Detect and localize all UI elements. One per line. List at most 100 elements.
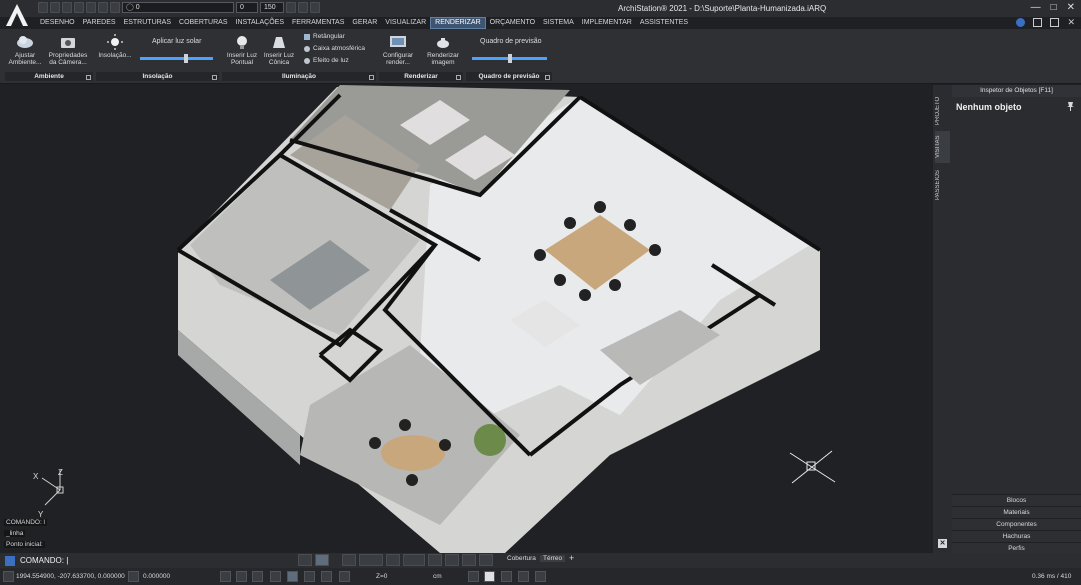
osnap-icon[interactable] [287, 571, 298, 582]
lineweight-icon[interactable] [321, 571, 332, 582]
new-file-icon[interactable] [38, 2, 48, 13]
field-b-input[interactable]: 150 [260, 2, 284, 13]
insolacao-button[interactable]: Insolação... [96, 34, 134, 59]
orbit-icon[interactable] [445, 554, 459, 566]
menu-sistema[interactable]: SISTEMA [539, 17, 578, 29]
panel-ambiente[interactable]: Ambiente [5, 72, 93, 81]
polar-icon[interactable] [270, 571, 281, 582]
ribbon-restore-icon[interactable] [1050, 18, 1060, 27]
render-mode-dropdown[interactable] [403, 554, 425, 566]
menu-coberturas[interactable]: COBERTURAS [175, 17, 232, 29]
redo-icon[interactable] [98, 2, 108, 13]
tab-cobertura[interactable]: Cobertura [504, 555, 539, 562]
help-icon[interactable] [1016, 18, 1026, 27]
pan-icon[interactable] [428, 554, 442, 566]
shadow-toggle-icon[interactable] [501, 571, 512, 582]
print-icon[interactable] [74, 2, 84, 13]
aplicar-luz-knob[interactable] [184, 54, 188, 63]
panel-quadro-previsao[interactable]: Quadro de previsão [466, 72, 552, 81]
print-preview-icon[interactable] [310, 2, 320, 13]
ribbon-close-icon[interactable]: ✕ [1067, 18, 1075, 27]
library-blocos[interactable]: Blocos [952, 494, 1081, 506]
camera-icon [61, 38, 75, 48]
archistation-logo[interactable] [4, 2, 30, 28]
tab-terreo[interactable]: Térreo [540, 555, 566, 562]
quadro-previsao-slider[interactable] [472, 54, 547, 63]
axis-x-label: X [33, 472, 39, 481]
menu-assistentes[interactable]: ASSISTENTES [636, 17, 692, 29]
angle-value: 0.000000 [143, 573, 171, 580]
menu-paredes[interactable]: PAREDES [79, 17, 120, 29]
command-prompt[interactable]: COMANDO: | [20, 556, 68, 565]
panel-close-icon[interactable]: ✕ [938, 539, 947, 548]
efeito-de-luz-option[interactable]: Efeito de luz [304, 57, 349, 64]
snap-icon[interactable] [220, 571, 231, 582]
minimize-icon[interactable]: — [1031, 2, 1041, 13]
pen-icon[interactable] [286, 2, 296, 13]
tab-projeto[interactable]: PROJETO [935, 93, 950, 129]
layers-icon[interactable] [110, 2, 120, 13]
model-space-icon[interactable] [339, 571, 350, 582]
3d-viewport[interactable]: Z X Y [0, 85, 933, 553]
floor-plan-render: Z X Y [33, 85, 836, 553]
maximize-icon[interactable]: □ [1051, 2, 1057, 13]
panel-renderizar[interactable]: Renderizar [379, 72, 463, 81]
menu-ferramentas[interactable]: FERRAMENTAS [288, 17, 348, 29]
quadro-previsao-knob[interactable] [508, 54, 512, 63]
command-history-icon[interactable] [5, 556, 15, 566]
grid-settings-icon[interactable] [3, 571, 14, 582]
menu-orcamento[interactable]: ORÇAMENTO [486, 17, 539, 29]
panel-insolacao[interactable]: Insolação [96, 72, 219, 81]
view-style-dropdown[interactable] [359, 554, 383, 566]
view-cube-icon[interactable] [342, 554, 356, 566]
menu-bar: DESENHO PAREDES ESTRUTURAS COBERTURAS IN… [36, 17, 692, 29]
menu-visualizar[interactable]: VISUALIZAR [381, 17, 430, 29]
library-componentes[interactable]: Componentes [952, 518, 1081, 530]
brush-icon[interactable] [298, 2, 308, 13]
menu-implementar[interactable]: IMPLEMENTAR [578, 17, 636, 29]
inserir-luz-pontual-button[interactable]: Inserir Luz Pontual [226, 34, 258, 66]
menu-desenho[interactable]: DESENHO [36, 17, 79, 29]
zoom-icon[interactable] [462, 554, 476, 566]
undo-icon[interactable] [86, 2, 96, 13]
inserir-conica-label: Inserir Luz Cônica [263, 52, 295, 66]
library-hachuras[interactable]: Hachuras [952, 530, 1081, 542]
caixa-atmosferica-option[interactable]: Caixa atmosférica [304, 45, 365, 52]
home-view-icon[interactable] [298, 554, 312, 566]
top-view-icon[interactable] [315, 554, 329, 566]
library-materiais[interactable]: Materiais [952, 506, 1081, 518]
close-icon[interactable]: ✕ [1067, 2, 1075, 13]
inserir-luz-conica-button[interactable]: Inserir Luz Cônica [262, 34, 296, 66]
menu-instalacoes[interactable]: INSTALAÇÕES [232, 17, 289, 29]
aplicar-luz-slider[interactable] [140, 54, 213, 63]
tab-visitas[interactable]: VISITAS [935, 131, 950, 163]
grid-icon[interactable] [236, 571, 247, 582]
angle-icon[interactable] [128, 571, 139, 582]
menu-estruturas[interactable]: ESTRUTURAS [120, 17, 175, 29]
sun-toggle-icon[interactable] [468, 571, 479, 582]
layer-select[interactable]: ◯ 0 [122, 2, 234, 13]
menu-gerar[interactable]: GERAR [348, 17, 381, 29]
perspective-icon[interactable] [386, 554, 400, 566]
save-icon[interactable] [62, 2, 72, 13]
renderizar-imagem-button[interactable]: Renderizar imagem [424, 34, 462, 66]
ajustar-ambiente-button[interactable]: Ajustar Ambiente... [8, 34, 42, 66]
add-view-tab-icon[interactable]: + [566, 553, 577, 563]
open-file-icon[interactable] [50, 2, 60, 13]
tab-passeios[interactable]: PASSEIOS [935, 167, 950, 203]
zoom-extents-icon[interactable] [479, 554, 493, 566]
window-title: ArchiStation® 2021 - D:\Suporte\Planta-H… [618, 4, 827, 13]
texture-toggle-icon[interactable] [518, 571, 529, 582]
screenshot-icon[interactable] [535, 571, 546, 582]
propriedades-camera-button[interactable]: Propriedades da Câmera... [48, 34, 88, 66]
ortho-icon[interactable] [252, 571, 263, 582]
field-a-input[interactable]: 0 [236, 2, 258, 13]
otrack-icon[interactable] [304, 571, 315, 582]
render-toggle-icon[interactable] [484, 571, 495, 582]
ribbon-minimize-icon[interactable] [1033, 18, 1043, 27]
pin-icon[interactable] [1067, 102, 1074, 111]
menu-renderizar[interactable]: RENDERIZAR [430, 17, 486, 29]
configurar-render-button[interactable]: Configurar render... [380, 34, 416, 66]
retangular-option[interactable]: Retângular [304, 33, 345, 40]
panel-iluminacao[interactable]: Iluminação [222, 72, 376, 81]
